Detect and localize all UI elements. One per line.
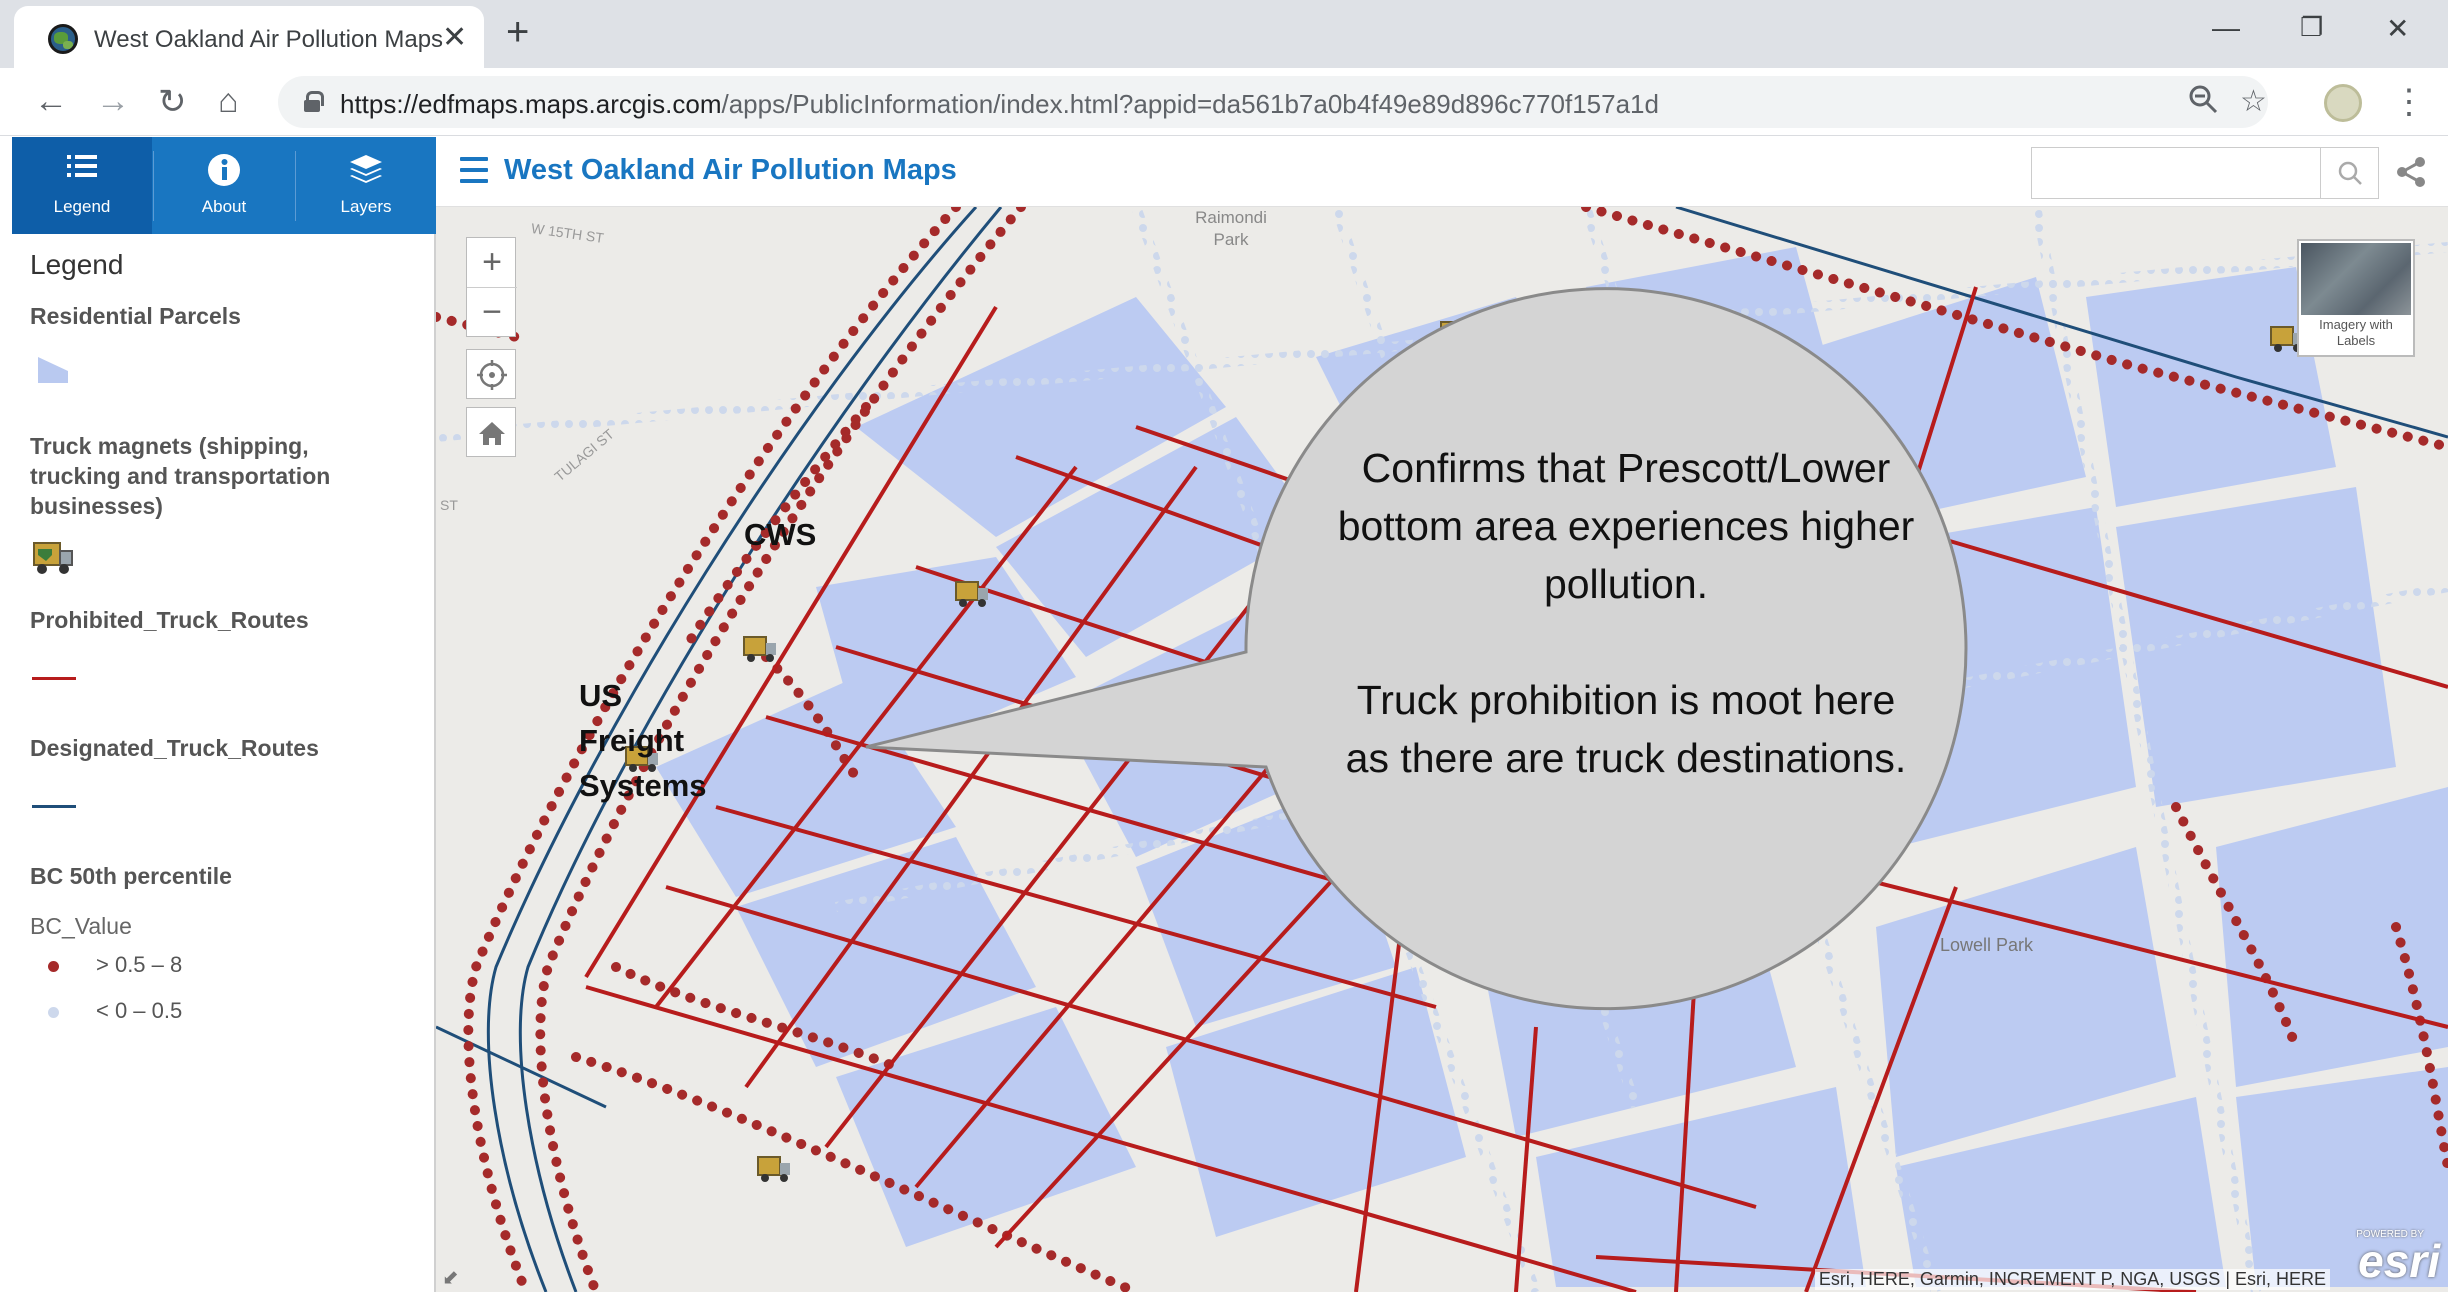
- basemap-thumbnail: [2301, 243, 2411, 315]
- url-text[interactable]: https://edfmaps.maps.arcgis.com/apps/Pub…: [340, 89, 1659, 120]
- callout-line-2: Truck prohibition is moot here as there …: [1345, 677, 1907, 781]
- close-window-button[interactable]: ✕: [2386, 12, 2409, 45]
- callout-line-1: Confirms that Prescott/Lower bottom area…: [1337, 445, 1915, 607]
- share-button[interactable]: [2394, 155, 2428, 194]
- url-path: /apps/PublicInformation/index.html?appid…: [721, 89, 1659, 119]
- callout-spacer: [1336, 613, 1916, 671]
- map-attribution[interactable]: Esri, HERE, Garmin, INCREMENT P, NGA, US…: [1814, 1269, 2330, 1290]
- tab-legend-label: Legend: [53, 197, 111, 216]
- basemap-toggle[interactable]: Imagery with Labels: [2297, 239, 2415, 357]
- globe-icon: [48, 24, 78, 54]
- tab-legend[interactable]: Legend: [12, 137, 152, 234]
- legend-layer-prohibited: Prohibited_Truck_Routes: [30, 607, 309, 633]
- new-tab-button[interactable]: +: [506, 10, 529, 55]
- legend-layer-bc: BC 50th percentile: [30, 863, 232, 889]
- locate-icon: [477, 360, 507, 390]
- browser-toolbar: ← → ↻ ⌂ https://edfmaps.maps.arcgis.com/…: [0, 68, 2448, 136]
- home-extent-button[interactable]: [466, 407, 516, 457]
- search-input[interactable]: [2031, 147, 2321, 199]
- zoom-icon[interactable]: [2188, 84, 2218, 122]
- bc-low-dot-icon: [48, 1007, 59, 1018]
- app-header: West Oakland Air Pollution Maps: [436, 137, 2448, 207]
- tab-layers-label: Layers: [340, 197, 392, 216]
- legend-field-name: BC_Value: [30, 913, 132, 939]
- minimize-button[interactable]: —: [2212, 12, 2240, 44]
- bc-high-dot-icon: [48, 961, 59, 972]
- browser-tabstrip: West Oakland Air Pollution Maps ✕ + — ❐ …: [0, 0, 2448, 68]
- app-title: West Oakland Air Pollution Maps: [504, 154, 957, 186]
- raimondi-park-label: Raimondi Park: [1195, 208, 1267, 249]
- home-button[interactable]: ⌂: [218, 82, 239, 121]
- share-icon: [2397, 157, 2425, 187]
- cws-label: CWS: [744, 517, 817, 552]
- search-icon: [2338, 161, 2362, 185]
- bookmark-star-icon[interactable]: ☆: [2240, 84, 2267, 119]
- truck-icon: [33, 542, 73, 574]
- zoom-control: + −: [466, 237, 517, 338]
- search-button[interactable]: [2321, 147, 2379, 199]
- restore-button[interactable]: ❐: [2300, 12, 2323, 43]
- list-icon: [67, 153, 97, 184]
- legend-layer-residential: Residential Parcels: [30, 303, 241, 329]
- basemap-label: Imagery with Labels: [2319, 317, 2393, 348]
- lowell-park-label: Lowell Park: [1940, 935, 2034, 955]
- zoom-out-button[interactable]: −: [467, 288, 517, 338]
- reload-button[interactable]: ↻: [158, 82, 187, 122]
- legend-class-high: > 0.5 – 8: [96, 952, 183, 977]
- browser-tab[interactable]: West Oakland Air Pollution Maps ✕: [14, 6, 484, 68]
- map-view[interactable]: Raimondi Park Lowell Park W 15TH ST TULA…: [436, 207, 2448, 1292]
- browser-menu-icon[interactable]: ⋮: [2392, 82, 2426, 122]
- parcel-swatch-icon: [38, 357, 68, 383]
- legend-class-low: < 0 – 0.5: [96, 998, 183, 1023]
- locate-button[interactable]: [466, 349, 516, 399]
- url-host: https://edfmaps.maps.arcgis.com: [340, 89, 722, 119]
- forward-button[interactable]: →: [96, 82, 130, 121]
- tab-title: West Oakland Air Pollution Maps: [94, 26, 444, 53]
- map-app: Legend About Layers Legend Residential P…: [12, 137, 2448, 1292]
- street-label: ST: [440, 497, 458, 513]
- hamburger-menu-icon[interactable]: [460, 157, 488, 183]
- legend-layer-truck-magnets: Truck magnets (shipping, trucking and tr…: [30, 433, 331, 519]
- back-button[interactable]: ←: [34, 82, 68, 121]
- address-bar[interactable]: https://edfmaps.maps.arcgis.com/apps/Pub…: [278, 76, 2268, 128]
- expand-arrow-icon[interactable]: ⬋: [442, 1265, 459, 1290]
- tab-about-label: About: [201, 197, 247, 216]
- tab-layers[interactable]: Layers: [296, 137, 436, 234]
- legend-layer-designated: Designated_Truck_Routes: [30, 735, 319, 761]
- prohibited-line-swatch: [32, 677, 76, 680]
- legend-title: Legend: [30, 249, 124, 280]
- zoom-in-button[interactable]: +: [467, 238, 517, 288]
- esri-logo[interactable]: esri: [2358, 1234, 2440, 1288]
- lock-icon[interactable]: [304, 91, 324, 112]
- layers-icon: [348, 153, 384, 190]
- panel-tabs: Legend About Layers: [12, 137, 436, 234]
- side-panel: Legend About Layers Legend Residential P…: [12, 137, 436, 1292]
- close-tab-icon[interactable]: ✕: [442, 20, 467, 55]
- tab-about[interactable]: About: [154, 137, 294, 234]
- info-icon: [207, 153, 241, 192]
- callout-text: Confirms that Prescott/Lower bottom area…: [1336, 439, 1916, 787]
- profile-avatar[interactable]: [2324, 84, 2362, 122]
- us-freight-label: US Freight Systems: [579, 678, 707, 803]
- home-icon: [479, 422, 505, 445]
- designated-line-swatch: [32, 805, 76, 808]
